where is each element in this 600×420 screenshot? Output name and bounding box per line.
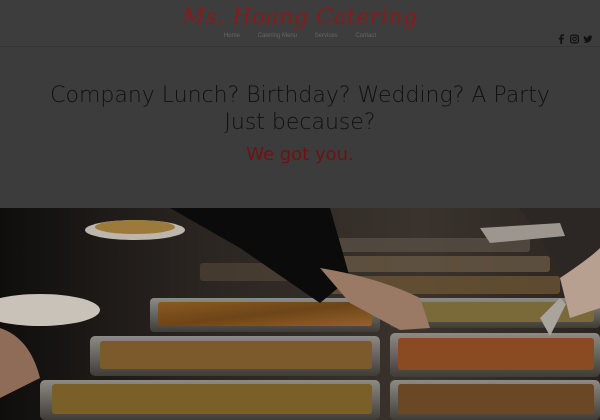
site-logo[interactable]: Ms. Hoang Catering [0, 5, 600, 30]
main-nav: Home Catering Menu Services Contact [0, 33, 600, 39]
hero-photo-buffet [0, 208, 600, 420]
nav-item-services[interactable]: Services [315, 33, 338, 39]
social-links [557, 31, 593, 44]
nav-item-catering-menu[interactable]: Catering Menu [258, 33, 297, 39]
site-header: Ms. Hoang Catering Home Catering Menu Se… [0, 0, 600, 47]
page: Ms. Hoang Catering Home Catering Menu Se… [0, 0, 600, 420]
facebook-icon[interactable] [557, 31, 566, 44]
twitter-icon[interactable] [583, 31, 593, 43]
hero-headline: Company Lunch? Birthday? Wedding? A Part… [50, 83, 550, 135]
nav-item-home[interactable]: Home [224, 33, 240, 39]
hero-tagline: We got you. [246, 144, 354, 165]
nav-item-contact[interactable]: Contact [355, 33, 376, 39]
instagram-icon[interactable] [570, 31, 580, 44]
